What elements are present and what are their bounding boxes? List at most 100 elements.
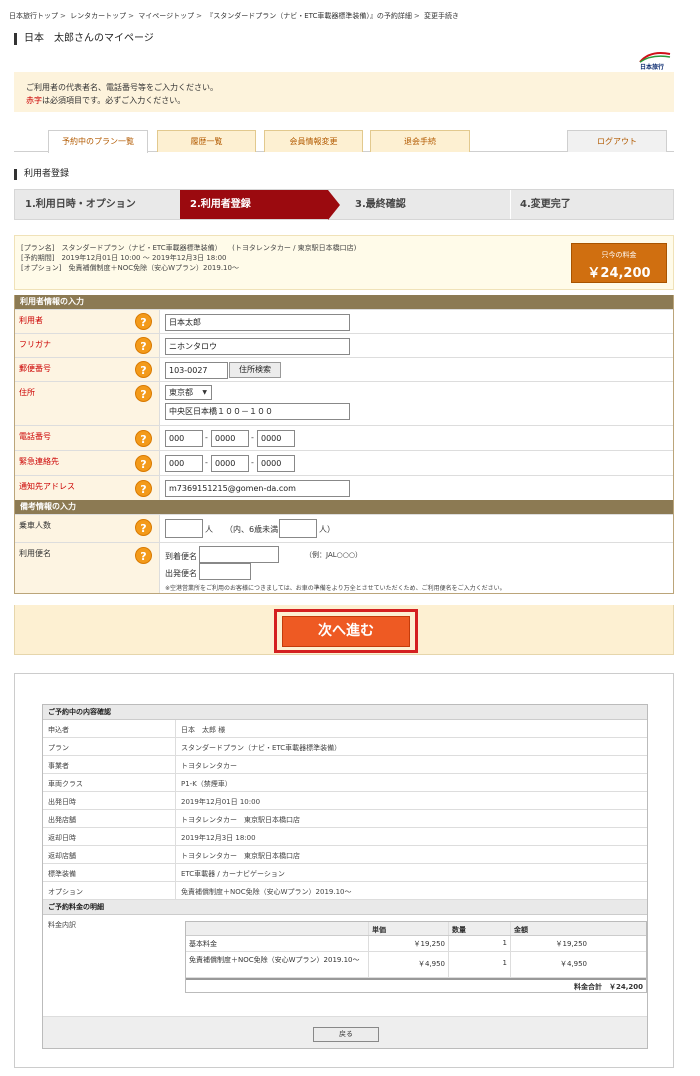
arrival-flight-input[interactable] — [199, 546, 279, 563]
confirm-key: オプション — [48, 888, 83, 896]
confirm-key: 車両クラス — [48, 780, 83, 788]
section-title: 利用者登録 — [14, 169, 69, 180]
emergency-input-3[interactable]: 0000 — [257, 455, 295, 472]
row-flight: 利用便名 ? 到着便名 （例：JAL○○○） 出発便名 ※空港営業所をご利用のお… — [15, 542, 673, 593]
fee-item-amount: ￥4,950 — [510, 952, 590, 977]
breadcrumb-reservation[interactable]: 『スタンダードプラン（ナビ・ETC車載器標準装備）』の予約詳細 — [206, 12, 412, 20]
notice-line2: 赤字は必須項目です。必ずご入力ください。 — [26, 96, 186, 105]
tel-input-3[interactable]: 0000 — [257, 430, 295, 447]
confirm-value: トヨタレンタカー 東京駅日本橋口店 — [181, 852, 300, 860]
confirm-value: 2019年12月3日 18:00 — [181, 834, 256, 842]
confirm-row: 出発日時 2019年12月01日 10:00 — [43, 792, 647, 810]
kana-input[interactable]: ニホンタロウ — [165, 338, 350, 355]
departure-flight-input[interactable] — [199, 563, 251, 580]
row-mail: 通知先アドレス ? m7369151215@gomen-da.com — [15, 475, 673, 500]
breadcrumb: 日本旅行トップ > レンタカートップ > マイページトップ > 『スタンダードプラン（… — [9, 12, 459, 20]
help-icon[interactable]: ? — [135, 455, 152, 472]
confirm-row: 標準装備 ETC車載器 / カーナビゲーション — [43, 864, 647, 882]
confirm-key: 事業者 — [48, 762, 69, 770]
nta-logo: 日本旅行 — [636, 50, 674, 72]
tab-logout[interactable]: ログアウト — [567, 130, 667, 152]
flight-example: （例：JAL○○○） — [305, 551, 362, 559]
tab-withdraw[interactable]: 退会手続 — [370, 130, 470, 152]
help-icon[interactable]: ? — [135, 337, 152, 354]
row-zip: 郵便番号 ? 103-0027 住所検索 — [15, 357, 673, 381]
child-passengers-input[interactable] — [279, 519, 317, 538]
notice-line1: ご利用者の代表者名、電話番号等をご入力ください。 — [26, 83, 218, 92]
flight-note: ※空港営業所をご利用のお客様につきましては、お車の準備をより万全とさせていただく… — [165, 585, 506, 592]
row-passengers: 乗車人数 ? 人 （内、6歳未満 人） — [15, 514, 673, 542]
form-header-user: 利用者情報の入力 — [15, 295, 673, 309]
col-qty: 数量 — [448, 922, 510, 935]
help-icon[interactable]: ? — [135, 519, 152, 536]
confirm-header: ご予約中の内容確認 — [43, 705, 647, 720]
step-3: 3.最終確認 — [355, 199, 406, 210]
help-icon[interactable]: ? — [135, 547, 152, 564]
fee-item-unit: ￥4,950 — [368, 952, 448, 977]
tab-reservations[interactable]: 予約中のプラン一覧 — [48, 130, 148, 153]
step-arrow — [328, 190, 340, 220]
tel-input-1[interactable]: 000 — [165, 430, 203, 447]
fee-label: 料金内訳 — [48, 921, 76, 929]
form-header-remarks: 備考情報の入力 — [15, 500, 673, 514]
fee-item-unit: ￥19,250 — [368, 936, 448, 951]
col-unit: 単価 — [368, 922, 448, 935]
passengers-end: 人） — [319, 525, 335, 534]
tel-input-2[interactable]: 0000 — [211, 430, 249, 447]
help-icon[interactable]: ? — [135, 361, 152, 378]
confirm-row: 返却店舗 トヨタレンタカー 東京駅日本橋口店 — [43, 846, 647, 864]
breadcrumb-rentacar[interactable]: レンタカートップ — [70, 12, 126, 20]
address-input[interactable]: 中央区日本橋１００－１００ — [165, 403, 350, 420]
help-icon[interactable]: ? — [135, 430, 152, 447]
breadcrumb-current: 変更手続き — [424, 12, 459, 20]
confirm-key: 返却日時 — [48, 834, 76, 842]
next-button[interactable]: 次へ進む — [282, 616, 410, 647]
notice-required-word: 赤字 — [26, 96, 42, 105]
back-area: 戻る — [43, 1016, 647, 1048]
confirm-value: トヨタレンタカー 東京駅日本橋口店 — [181, 816, 300, 824]
passengers-input[interactable] — [165, 519, 203, 538]
tab-member-info[interactable]: 会員情報変更 — [264, 130, 363, 152]
tab-history[interactable]: 履歴一覧 — [157, 130, 256, 152]
next-button-highlight: 次へ進む — [274, 609, 418, 653]
current-price-label: 只今の料金 — [601, 251, 637, 259]
user-name-input[interactable]: 日本太郎 — [165, 314, 350, 331]
zip-input[interactable]: 103-0027 — [165, 362, 228, 379]
confirm-row: オプション 免責補償制度＋NOC免除（安心Wプラン）2019.10～ — [43, 882, 647, 900]
confirm-value: ETC車載器 / カーナビゲーション — [181, 870, 285, 878]
confirm-value: スタンダードプラン（ナビ・ETC車載器標準装備） — [181, 744, 342, 752]
confirm-value: 免責補償制度＋NOC免除（安心Wプラン）2019.10～ — [181, 888, 352, 896]
fee-row: 料金内訳 単価 数量 金額 基本料金 ￥19,250 1 ￥19,250 免責補… — [43, 915, 647, 1016]
confirm-key: 出発店舗 — [48, 816, 76, 824]
mail-input[interactable]: m7369151215@gomen-da.com — [165, 480, 350, 497]
departure-flight-label: 出発便名 — [165, 569, 197, 578]
progress-steps: 1.利用日時・オプション 2.利用者登録 3.最終確認 4.変更完了 — [14, 189, 674, 220]
passengers-unit: 人 — [205, 525, 213, 534]
col-amount: 金額 — [510, 922, 590, 935]
confirm-value: トヨタレンタカー — [181, 762, 237, 770]
plan-option: [オプション] 免責補償制度＋NOC免除（安心Wプラン）2019.10～ — [21, 264, 239, 272]
breadcrumb-top[interactable]: 日本旅行トップ — [9, 12, 58, 20]
help-icon[interactable]: ? — [135, 385, 152, 402]
emergency-input-2[interactable]: 0000 — [211, 455, 249, 472]
confirm-row: 事業者 トヨタレンタカー — [43, 756, 647, 774]
breadcrumb-mypage[interactable]: マイページトップ — [138, 12, 194, 20]
confirm-value: 2019年12月01日 10:00 — [181, 798, 261, 806]
row-emergency: 緊急連絡先 ? 000 - 0000 - 0000 — [15, 450, 673, 475]
confirm-row: 出発店舗 トヨタレンタカー 東京駅日本橋口店 — [43, 810, 647, 828]
fee-table-header: 単価 数量 金額 — [186, 922, 646, 936]
help-icon[interactable]: ? — [135, 313, 152, 330]
confirm-row: 車両クラス P1-K（禁煙車） — [43, 774, 647, 792]
emergency-input-1[interactable]: 000 — [165, 455, 203, 472]
current-price-box: 只今の料金 ￥24,200 — [571, 243, 667, 283]
confirm-key: プラン — [48, 744, 69, 752]
fee-table: 単価 数量 金額 基本料金 ￥19,250 1 ￥19,250 免責補償制度＋N… — [185, 921, 647, 993]
fee-item-row: 免責補償制度＋NOC免除（安心Wプラン）2019.10～ ￥4,950 1 ￥4… — [186, 952, 646, 978]
row-user: 利用者 ? 日本太郎 — [15, 309, 673, 333]
fee-item-row: 基本料金 ￥19,250 1 ￥19,250 — [186, 936, 646, 952]
prefecture-select[interactable]: 東京都 ▼ — [165, 385, 212, 400]
address-search-button[interactable]: 住所検索 — [229, 362, 281, 378]
confirm-row: プラン スタンダードプラン（ナビ・ETC車載器標準装備） — [43, 738, 647, 756]
help-icon[interactable]: ? — [135, 480, 152, 497]
back-button[interactable]: 戻る — [313, 1027, 379, 1042]
